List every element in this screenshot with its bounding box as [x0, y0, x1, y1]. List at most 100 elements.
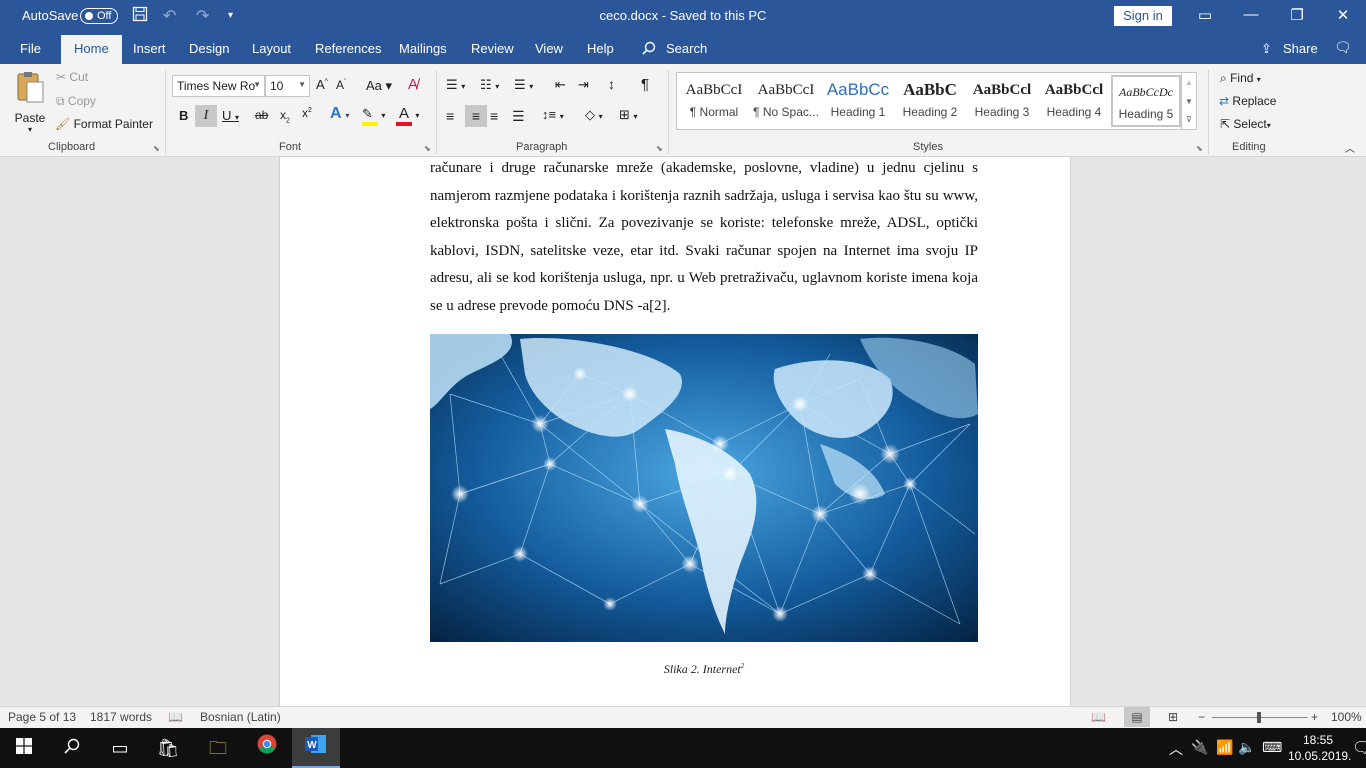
styles-launcher-icon[interactable]: ⬊ — [1196, 144, 1203, 153]
strikethrough-icon[interactable]: ab — [255, 108, 268, 122]
paragraph[interactable]: računare i druge računarske mreže (akade… — [430, 157, 978, 321]
keyboard-icon[interactable]: ⌨ — [1262, 739, 1282, 756]
sort-icon[interactable]: ↕ — [608, 76, 615, 92]
show-formatting-icon[interactable]: ¶ — [641, 76, 649, 93]
taskbar-clock[interactable]: 18:55 10.05.2019. — [1288, 732, 1351, 764]
search-icon[interactable] — [48, 728, 96, 768]
volume-icon[interactable]: 🔈 — [1238, 739, 1255, 756]
italic-icon[interactable]: I — [195, 105, 217, 127]
shrink-font-icon[interactable]: Aˇ — [336, 78, 346, 92]
language-indicator[interactable]: Bosnian (Latin) — [200, 710, 281, 724]
find-button[interactable]: ⌕ Find ▾ — [1220, 71, 1261, 86]
tab-help[interactable]: Help — [587, 41, 614, 56]
zoom-slider-thumb[interactable] — [1257, 712, 1261, 723]
numbering-icon[interactable]: ☷ ▾ — [480, 77, 499, 93]
clear-formatting-icon[interactable]: A̸ — [408, 76, 418, 93]
share-icon[interactable]: ⇪ — [1261, 41, 1272, 57]
style-no-spacing[interactable]: AaBbCcI ¶ No Spac... — [751, 75, 821, 127]
chevron-down-icon[interactable]: ▼ — [1182, 92, 1196, 111]
font-launcher-icon[interactable]: ⬊ — [424, 144, 431, 153]
minimize-icon[interactable]: — — [1236, 6, 1266, 23]
align-left-icon[interactable]: ≡ — [446, 108, 454, 124]
tab-review[interactable]: Review — [471, 41, 514, 56]
tab-file[interactable]: File — [20, 41, 41, 56]
paragraph-launcher-icon[interactable]: ⬊ — [656, 144, 663, 153]
tab-layout[interactable]: Layout — [252, 41, 291, 56]
styles-gallery-scroll[interactable]: ▲ ▼ ⊽ — [1182, 72, 1197, 130]
chevron-up-icon[interactable]: ︿ — [1169, 739, 1183, 759]
comments-icon[interactable]: 🗨 — [1334, 39, 1352, 56]
zoom-in-icon[interactable]: + — [1311, 710, 1318, 724]
word-app-icon[interactable]: W — [292, 728, 340, 768]
zoom-out-icon[interactable]: − — [1198, 710, 1205, 724]
document-page[interactable]: računare i druge računarske mreže (akade… — [279, 157, 1071, 706]
style-heading-4[interactable]: AaBbCcl Heading 4 — [1039, 75, 1109, 127]
copy-button[interactable]: ⧉ Copy — [56, 94, 96, 109]
task-view-icon[interactable]: ▭ — [96, 728, 144, 768]
shading-icon[interactable]: ◇ ▾ — [585, 107, 603, 123]
bullets-icon[interactable]: ☰ ▾ — [446, 77, 465, 93]
align-right-icon[interactable]: ≡ — [490, 108, 498, 124]
borders-icon[interactable]: ⊞ ▾ — [619, 107, 638, 123]
paste-button[interactable]: Paste ▾ — [12, 70, 48, 140]
font-name-combo[interactable]: Times New Ro ▼ — [172, 75, 265, 97]
web-layout-icon[interactable]: ⊞ — [1168, 710, 1178, 724]
align-center-icon[interactable]: ≡ — [465, 105, 487, 127]
print-layout-icon[interactable]: ▤ — [1124, 707, 1150, 727]
tab-insert[interactable]: Insert — [133, 41, 166, 56]
internet-globe-image[interactable] — [430, 334, 978, 642]
word-count[interactable]: 1817 words — [90, 710, 152, 724]
style-heading-5[interactable]: AaBbCcDc Heading 5 — [1111, 75, 1181, 127]
format-painter-button[interactable]: 🖌 Format Painter — [55, 117, 153, 131]
decrease-indent-icon[interactable]: ⇤ — [555, 77, 566, 93]
bold-icon[interactable]: B — [179, 108, 188, 123]
select-button[interactable]: ⇱ Select▾ — [1220, 117, 1271, 131]
highlight-color-icon[interactable]: ✎ ▾ — [362, 106, 385, 126]
change-case-icon[interactable]: Aa ▾ — [366, 78, 392, 94]
clipboard-launcher-icon[interactable]: ⬊ — [153, 144, 160, 153]
more-styles-icon[interactable]: ⊽ — [1182, 111, 1196, 129]
sign-in-button[interactable]: Sign in — [1114, 6, 1172, 26]
ribbon-display-icon[interactable]: ▭ — [1190, 6, 1220, 24]
multilevel-list-icon[interactable]: ☰ ▾ — [514, 77, 533, 93]
tab-design[interactable]: Design — [189, 41, 229, 56]
restore-icon[interactable]: ❐ — [1282, 6, 1312, 24]
chevron-up-icon[interactable]: ▲ — [1182, 73, 1196, 92]
tab-mailings[interactable]: Mailings — [399, 41, 447, 56]
superscript-icon[interactable]: x2 — [302, 106, 312, 120]
tab-home[interactable]: Home — [61, 35, 122, 64]
wifi-icon[interactable]: 📶 — [1216, 739, 1233, 756]
grow-font-icon[interactable]: A^ — [316, 77, 328, 92]
style-normal[interactable]: AaBbCcI ¶ Normal — [679, 75, 749, 127]
increase-indent-icon[interactable]: ⇥ — [578, 77, 589, 93]
style-heading-2[interactable]: AaBbC Heading 2 — [895, 75, 965, 127]
style-heading-1[interactable]: AaBbCc Heading 1 — [823, 75, 893, 127]
read-mode-icon[interactable]: 📖 — [1091, 710, 1106, 724]
collapse-ribbon-icon[interactable]: ︿ — [1345, 140, 1355, 155]
notifications-icon[interactable]: 🗨 — [1352, 738, 1366, 758]
line-spacing-icon[interactable]: ↕≡ ▾ — [542, 107, 564, 122]
subscript-icon[interactable]: x2 — [280, 108, 290, 124]
search-icon[interactable] — [642, 41, 656, 58]
tab-references[interactable]: References — [315, 41, 381, 56]
share-button[interactable]: Share — [1283, 41, 1318, 56]
zoom-level[interactable]: 100% — [1331, 710, 1362, 724]
footnote-reference[interactable]: 2 — [741, 662, 745, 670]
chrome-icon[interactable] — [243, 728, 291, 768]
justify-icon[interactable]: ☰ — [512, 108, 525, 125]
body-text[interactable]: računare i druge računarske mreže (akade… — [430, 157, 978, 321]
store-icon[interactable]: 🛍 — [144, 728, 192, 768]
font-color-icon[interactable]: A ▾ — [396, 105, 419, 126]
windows-start-icon[interactable] — [0, 728, 48, 768]
cut-button[interactable]: ✂ Cut — [56, 70, 88, 84]
tab-view[interactable]: View — [535, 41, 563, 56]
power-icon[interactable]: 🔌 — [1191, 739, 1208, 756]
font-size-combo[interactable]: 10 ▼ — [265, 75, 310, 97]
search-box[interactable]: Search — [666, 41, 707, 56]
style-heading-3[interactable]: AaBbCcl Heading 3 — [967, 75, 1037, 127]
page-indicator[interactable]: Page 5 of 13 — [8, 710, 76, 724]
text-effects-icon[interactable]: A ▾ — [330, 105, 349, 123]
proofing-icon[interactable]: 📖 — [168, 710, 183, 724]
close-icon[interactable]: ✕ — [1328, 6, 1358, 24]
underline-icon[interactable]: U ▾ — [222, 108, 239, 123]
